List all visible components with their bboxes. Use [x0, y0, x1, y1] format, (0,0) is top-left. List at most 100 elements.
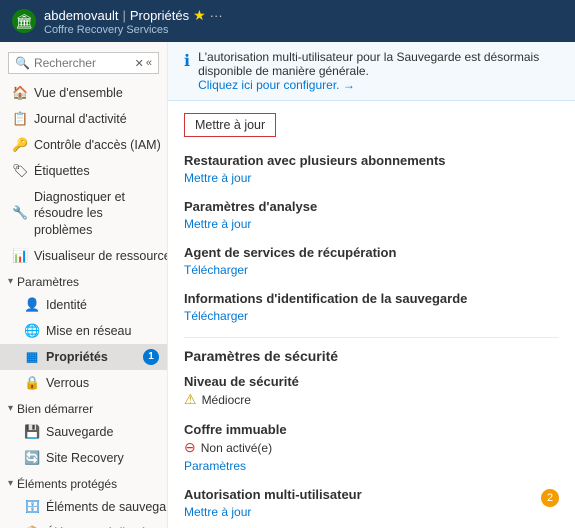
- agent-title: Agent de services de récupération: [184, 245, 559, 260]
- sidebar-item-verrous[interactable]: 🔒 Verrous: [0, 370, 167, 396]
- warning-icon: ⚠: [184, 391, 197, 408]
- tag-icon: 🏷: [12, 163, 28, 179]
- sidebar-label-etiquettes: Étiquettes: [34, 164, 90, 178]
- coffre-immuable-status: ⊖ Non activé(e): [184, 439, 559, 456]
- sidebar-item-elements-repliques[interactable]: 📦 Éléments répliqués: [0, 520, 167, 528]
- sidebar-label-journal: Journal d'activité: [34, 112, 127, 126]
- chevron-down-icon: ▾: [8, 276, 13, 287]
- main-layout: 🔍 ✕ « 🏠 Vue d'ensemble 📋 Journal d'activ…: [0, 42, 575, 528]
- properties-icon: ▦: [24, 349, 40, 365]
- search-input[interactable]: [34, 56, 135, 70]
- group-elements-proteges[interactable]: ▾ Éléments protégés: [0, 471, 167, 494]
- journal-icon: 📋: [12, 111, 28, 127]
- group-label-parametres: Paramètres: [17, 275, 79, 289]
- section-coffre-immuable: Coffre immuable ⊖ Non activé(e) Paramètr…: [184, 422, 559, 473]
- autorisation-multi-title: Autorisation multi-utilisateur: [184, 487, 362, 502]
- info-banner: ℹ L'autorisation multi-utilisateur pour …: [168, 42, 575, 101]
- chevron-down-icon-2: ▾: [8, 403, 13, 414]
- autorisation-multi-badge: 2: [541, 489, 559, 507]
- header-title-group: abdemovault | Propriétés ★ ··· Coffre Re…: [44, 7, 223, 36]
- collapse-icon[interactable]: «: [146, 57, 152, 69]
- sidebar-label-sauvegarde: Sauvegarde: [46, 425, 113, 439]
- main-update-button[interactable]: Mettre à jour: [184, 113, 276, 137]
- header: 🏛 abdemovault | Propriétés ★ ··· Coffre …: [0, 0, 575, 42]
- diag-icon: 🔧: [12, 205, 28, 222]
- sidebar-label-iam: Contrôle d'accès (IAM): [34, 138, 161, 152]
- group-parametres[interactable]: ▾ Paramètres: [0, 269, 167, 292]
- section-agent: Agent de services de récupération Téléch…: [184, 245, 559, 277]
- coffre-immuable-title: Coffre immuable: [184, 422, 559, 437]
- section-autorisation-multi: Autorisation multi-utilisateur Mettre à …: [184, 487, 559, 519]
- section-infos-id: Informations d'identification de la sauv…: [184, 291, 559, 323]
- vault-icon: 🏛: [12, 9, 36, 33]
- sidebar-label-verrous: Verrous: [46, 376, 89, 390]
- content-area: ℹ L'autorisation multi-utilisateur pour …: [168, 42, 575, 528]
- info-icon: ℹ: [184, 51, 190, 71]
- sidebar-item-identite[interactable]: 👤 Identité: [0, 292, 167, 318]
- sidebar-label-visualiseur: Visualiseur de ressources: [34, 249, 168, 263]
- section-analyse: Paramètres d'analyse Mettre à jour: [184, 199, 559, 231]
- sidebar-label-vue-ensemble: Vue d'ensemble: [34, 86, 123, 100]
- sidebar-item-diagnostiquer[interactable]: 🔧 Diagnostiquer et résoudre les problème…: [0, 184, 167, 243]
- sidebar-item-proprietes[interactable]: ▦ Propriétés 1: [0, 344, 167, 370]
- info-text: L'autorisation multi-utilisateur pour la…: [198, 50, 559, 92]
- search-icon: 🔍: [15, 56, 30, 70]
- restauration-link[interactable]: Mettre à jour: [184, 171, 251, 185]
- niveau-securite-value: Médiocre: [202, 393, 251, 407]
- niveau-securite-title: Niveau de sécurité: [184, 374, 559, 389]
- autorisation-multi-link[interactable]: Mettre à jour: [184, 505, 251, 519]
- restauration-title: Restauration avec plusieurs abonnements: [184, 153, 559, 168]
- backup-items-icon: 🗄: [24, 499, 40, 515]
- analyse-link[interactable]: Mettre à jour: [184, 217, 251, 231]
- content-body: Mettre à jour Restauration avec plusieur…: [168, 101, 575, 528]
- sidebar: 🔍 ✕ « 🏠 Vue d'ensemble 📋 Journal d'activ…: [0, 42, 168, 528]
- sidebar-label-reseau: Mise en réseau: [46, 324, 131, 338]
- sidebar-item-sauvegarde[interactable]: 💾 Sauvegarde: [0, 419, 167, 445]
- section-niveau-securite: Niveau de sécurité ⚠ Médiocre: [184, 374, 559, 408]
- network-icon: 🌐: [24, 323, 40, 339]
- app-name: abdemovault: [44, 8, 118, 23]
- sidebar-item-iam[interactable]: 🔑 Contrôle d'accès (IAM): [0, 132, 167, 158]
- sidebar-label-elements-sauvegarde: Éléments de sauvegarde: [46, 500, 168, 514]
- sidebar-item-elements-sauvegarde[interactable]: 🗄 Éléments de sauvegarde: [0, 494, 167, 520]
- sidebar-item-journal[interactable]: 📋 Journal d'activité: [0, 106, 167, 132]
- proprietes-badge: 1: [143, 349, 159, 365]
- agent-link[interactable]: Télécharger: [184, 263, 248, 277]
- infos-id-title: Informations d'identification de la sauv…: [184, 291, 559, 306]
- coffre-immuable-link[interactable]: Paramètres: [184, 459, 246, 473]
- error-icon: ⊖: [184, 439, 196, 456]
- sidebar-item-visualiseur[interactable]: 📊 Visualiseur de ressources: [0, 243, 167, 269]
- favorite-star[interactable]: ★: [193, 7, 206, 24]
- sidebar-item-etiquettes[interactable]: 🏷 Étiquettes: [0, 158, 167, 184]
- sidebar-item-site-recovery[interactable]: 🔄 Site Recovery: [0, 445, 167, 471]
- search-box[interactable]: 🔍 ✕ «: [8, 52, 159, 74]
- recovery-icon: 🔄: [24, 450, 40, 466]
- security-header: Paramètres de sécurité: [184, 348, 559, 364]
- header-separator: |: [122, 8, 125, 23]
- divider-security: [184, 337, 559, 338]
- page-title: Propriétés: [130, 8, 189, 23]
- clear-icon[interactable]: ✕: [135, 57, 144, 70]
- sidebar-label-proprietes: Propriétés: [46, 350, 108, 364]
- iam-icon: 🔑: [12, 137, 28, 153]
- group-label-elements-proteges: Éléments protégés: [17, 477, 117, 491]
- coffre-immuable-value: Non activé(e): [201, 441, 272, 455]
- infos-id-link[interactable]: Télécharger: [184, 309, 248, 323]
- info-message: L'autorisation multi-utilisateur pour la…: [198, 50, 539, 78]
- section-restauration: Restauration avec plusieurs abonnements …: [184, 153, 559, 185]
- niveau-securite-status: ⚠ Médiocre: [184, 391, 559, 408]
- group-bien-demarrer[interactable]: ▾ Bien démarrer: [0, 396, 167, 419]
- more-options[interactable]: ···: [210, 8, 223, 23]
- sidebar-label-site-recovery: Site Recovery: [46, 451, 124, 465]
- sidebar-label-identite: Identité: [46, 298, 87, 312]
- group-label-bien-demarrer: Bien démarrer: [17, 402, 93, 416]
- autorisation-multi-content: Autorisation multi-utilisateur Mettre à …: [184, 487, 362, 519]
- search-container: 🔍 ✕ «: [0, 46, 167, 80]
- info-link[interactable]: Cliquez ici pour configurer. →: [198, 78, 355, 92]
- sidebar-item-vue-ensemble[interactable]: 🏠 Vue d'ensemble: [0, 80, 167, 106]
- identity-icon: 👤: [24, 297, 40, 313]
- header-subtitle: Coffre Recovery Services: [44, 24, 223, 36]
- sidebar-item-reseau[interactable]: 🌐 Mise en réseau: [0, 318, 167, 344]
- viz-icon: 📊: [12, 248, 28, 264]
- sidebar-label-diagnostiquer: Diagnostiquer et résoudre les problèmes: [34, 189, 159, 238]
